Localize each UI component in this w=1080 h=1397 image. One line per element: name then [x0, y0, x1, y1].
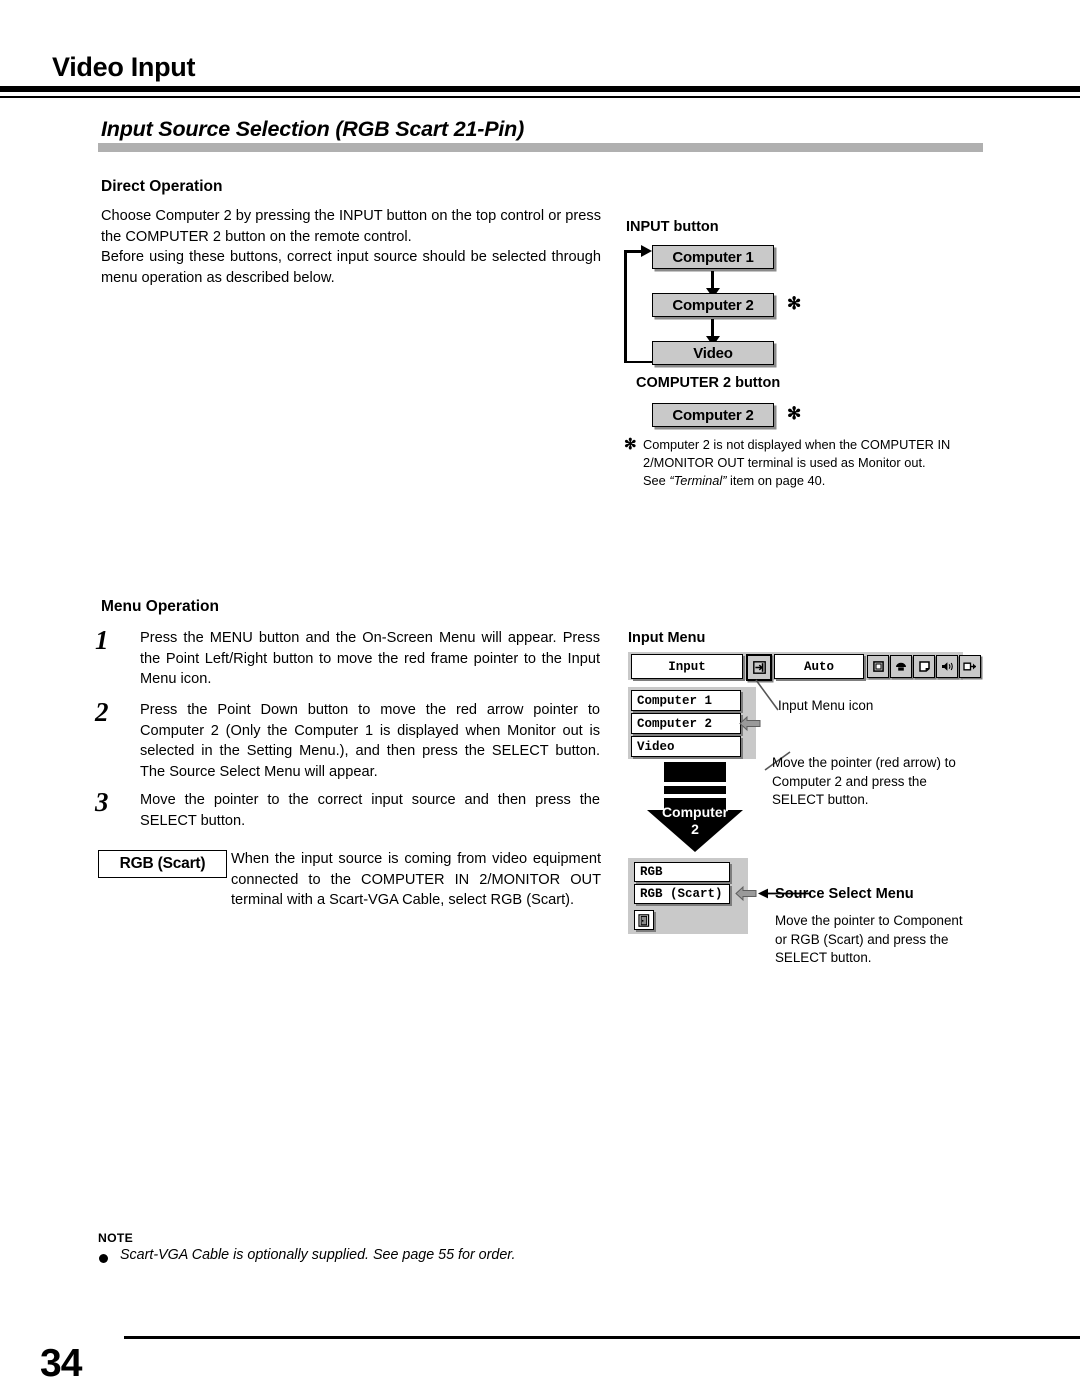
rgb-scart-label-box: RGB (Scart) — [98, 850, 227, 878]
step-text-3: Move the pointer to the correct input so… — [140, 792, 600, 829]
loop-line-vertical — [624, 250, 627, 363]
callout-input-menu-icon: Input Menu icon — [778, 698, 874, 713]
step-text-1: Press the MENU button and the On-Screen … — [140, 630, 600, 687]
step-text-2: Press the Point Down button to move the … — [140, 702, 600, 780]
color-adjust-icon[interactable] — [890, 655, 912, 678]
input-arrow-glyph — [752, 661, 766, 674]
down-arrow-label-line1: Computer — [662, 804, 729, 820]
screen-icon[interactable] — [867, 655, 889, 678]
screen-glyph — [872, 661, 884, 672]
input-cycle-box-video: Video — [652, 341, 774, 365]
note-text: Scart-VGA Cable is optionally supplied. … — [120, 1247, 516, 1263]
note-bullet-icon — [99, 1254, 108, 1263]
callout-move-pointer: Move the pointer (red arrow) to Computer… — [772, 755, 956, 807]
speaker-glyph — [941, 662, 953, 671]
header-rule-thick — [0, 86, 1080, 92]
input-button-figure-caption: INPUT button — [626, 219, 719, 235]
rgb-scart-description: When the input source is coming from vid… — [231, 851, 601, 908]
heading-menu-operation: Menu Operation — [101, 598, 219, 615]
list-item-video[interactable]: Video — [631, 736, 741, 757]
step-number-2: 2 — [95, 697, 109, 727]
list-item-computer-2[interactable]: Computer 2 — [631, 713, 741, 734]
step-number-1: 1 — [95, 625, 109, 655]
input-cycle-box-computer-2: Computer 2 — [652, 293, 774, 317]
page-title: Input Source Selection (RGB Scart 21-Pin… — [101, 117, 525, 141]
chapter-title: Video Input — [52, 52, 196, 82]
down-arrow-glyph: Computer 2 — [647, 762, 743, 852]
image-glyph — [918, 661, 930, 672]
page-number: 34 — [40, 1342, 82, 1385]
footnote-line-3-pre: See — [643, 473, 670, 488]
image-icon[interactable] — [913, 655, 935, 678]
direct-operation-paragraph-1: Choose Computer 2 by pressing the INPUT … — [101, 208, 601, 245]
source-pointer-glyph — [735, 885, 757, 902]
heading-direct-operation: Direct Operation — [101, 178, 223, 195]
transition-down-arrow: Computer 2 — [646, 762, 746, 854]
exit-door-icon[interactable] — [634, 910, 654, 930]
computer2-button-caption: COMPUTER 2 button — [636, 375, 781, 391]
input-cycle-box-computer-1: Computer 1 — [652, 245, 774, 269]
footer-rule — [124, 1336, 1080, 1340]
direct-operation-paragraph-2: Before using these buttons, correct inpu… — [101, 249, 601, 286]
document-page: Video Input Input Source Selection (RGB … — [0, 0, 1080, 1397]
input-menu-icon[interactable] — [746, 654, 772, 681]
pointer-arrow-glyph — [739, 715, 761, 732]
step-number-3: 3 — [95, 787, 109, 817]
footnote-line-3-post: item on page 40. — [726, 473, 826, 488]
down-arrow-label-line2: 2 — [691, 821, 699, 837]
footnote-line-2: 2/MONITOR OUT terminal is used as Monito… — [643, 455, 926, 470]
source-item-rgb-scart[interactable]: RGB (Scart) — [634, 884, 730, 904]
setting-icon[interactable] — [959, 655, 981, 678]
source-select-menu-description: Move the pointer to Component or RGB (Sc… — [775, 913, 963, 965]
menu-field-auto[interactable]: Auto — [774, 654, 864, 679]
projector-glyph — [963, 662, 976, 671]
footnote-line-1: Computer 2 is not displayed when the COM… — [643, 437, 951, 452]
source-select-pointer-arrow — [735, 885, 757, 903]
footnote-line-3-emphasis: “Terminal” — [669, 473, 727, 488]
sound-icon[interactable] — [936, 655, 958, 678]
exit-door-glyph — [638, 913, 650, 927]
arrow-computer1-to-computer2 — [705, 271, 720, 298]
source-item-rgb[interactable]: RGB — [634, 862, 730, 882]
note-heading: NOTE — [98, 1231, 134, 1245]
menu-field-input[interactable]: Input — [631, 654, 743, 679]
header-rule-thin — [0, 96, 1080, 98]
asterisk-marker-cycle: ✻ — [787, 294, 802, 313]
section-title-underbar — [98, 143, 983, 152]
loop-line-top — [624, 250, 642, 253]
footnote-asterisk: ✻ — [624, 436, 637, 453]
asterisk-marker-computer2: ✻ — [787, 404, 802, 423]
red-arrow-pointer — [739, 715, 761, 733]
loop-arrow-head — [641, 245, 652, 257]
list-item-computer-1[interactable]: Computer 1 — [631, 690, 741, 711]
arrow-computer2-to-video — [705, 319, 720, 346]
source-select-menu-title: Source Select Menu — [775, 886, 914, 902]
computer2-button-box: Computer 2 — [652, 403, 774, 427]
palette-glyph — [896, 662, 906, 671]
input-menu-figure-caption: Input Menu — [628, 630, 706, 646]
